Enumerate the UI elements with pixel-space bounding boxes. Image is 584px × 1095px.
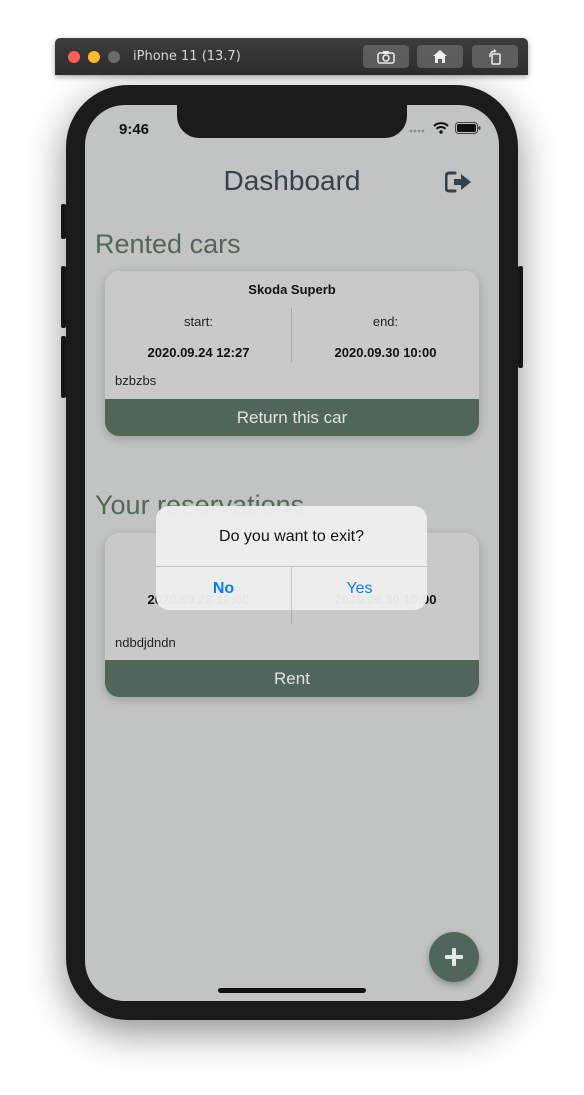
exit-alert-dialog: Do you want to exit? No Yes (156, 506, 427, 610)
rented-cars-heading: Rented cars (95, 229, 241, 259)
close-window-button[interactable] (68, 51, 80, 63)
signal-icon (409, 129, 425, 133)
home-button[interactable] (417, 45, 463, 68)
mute-switch (61, 204, 66, 239)
power-button (518, 266, 523, 368)
notch (177, 105, 407, 138)
simulator-toolbar: iPhone 11 (13.7) (55, 38, 528, 75)
rented-car-card: Skoda Superb start: 2020.09.24 12:27 end… (105, 271, 479, 436)
rent-button[interactable]: Rent (105, 660, 479, 697)
return-car-button[interactable]: Return this car (105, 399, 479, 436)
plus-icon (445, 948, 463, 966)
volume-up-button (61, 266, 66, 328)
end-label: end: (372, 314, 399, 329)
zoom-window-button[interactable] (108, 51, 120, 63)
home-icon (433, 50, 447, 63)
alert-no-button[interactable]: No (156, 567, 291, 610)
status-icons (409, 122, 481, 134)
start-label: start: (184, 314, 213, 329)
battery-icon (455, 122, 481, 134)
rotate-icon (489, 48, 501, 65)
wifi-icon (433, 122, 449, 134)
screenshot-button[interactable] (363, 45, 409, 68)
simulator-title: iPhone 11 (13.7) (133, 49, 241, 64)
status-time: 9:46 (119, 121, 150, 138)
alert-message: Do you want to exit? (219, 528, 364, 545)
car-name: Skoda Superb (248, 282, 336, 297)
reservation-note: ndbdjdndn (115, 635, 176, 650)
end-value: 2020.09.30 10:00 (334, 345, 437, 360)
volume-down-button (61, 336, 66, 398)
rotate-button[interactable] (472, 45, 518, 68)
start-column: start: 2020.09.24 12:27 (105, 314, 292, 360)
minimize-window-button[interactable] (88, 51, 100, 63)
camera-icon (377, 50, 395, 64)
alert-yes-button[interactable]: Yes (292, 567, 427, 610)
page-title: Dashboard (223, 165, 361, 196)
end-column: end: 2020.09.30 10:00 (292, 314, 479, 360)
add-button[interactable] (429, 932, 479, 982)
car-note: bzbzbs (115, 373, 157, 388)
home-indicator (218, 988, 366, 993)
start-value: 2020.09.24 12:27 (147, 345, 250, 360)
logout-icon[interactable] (445, 171, 472, 193)
app-screen: 9:46 Dashboard Rented cars Skoda Superb … (85, 105, 499, 1001)
